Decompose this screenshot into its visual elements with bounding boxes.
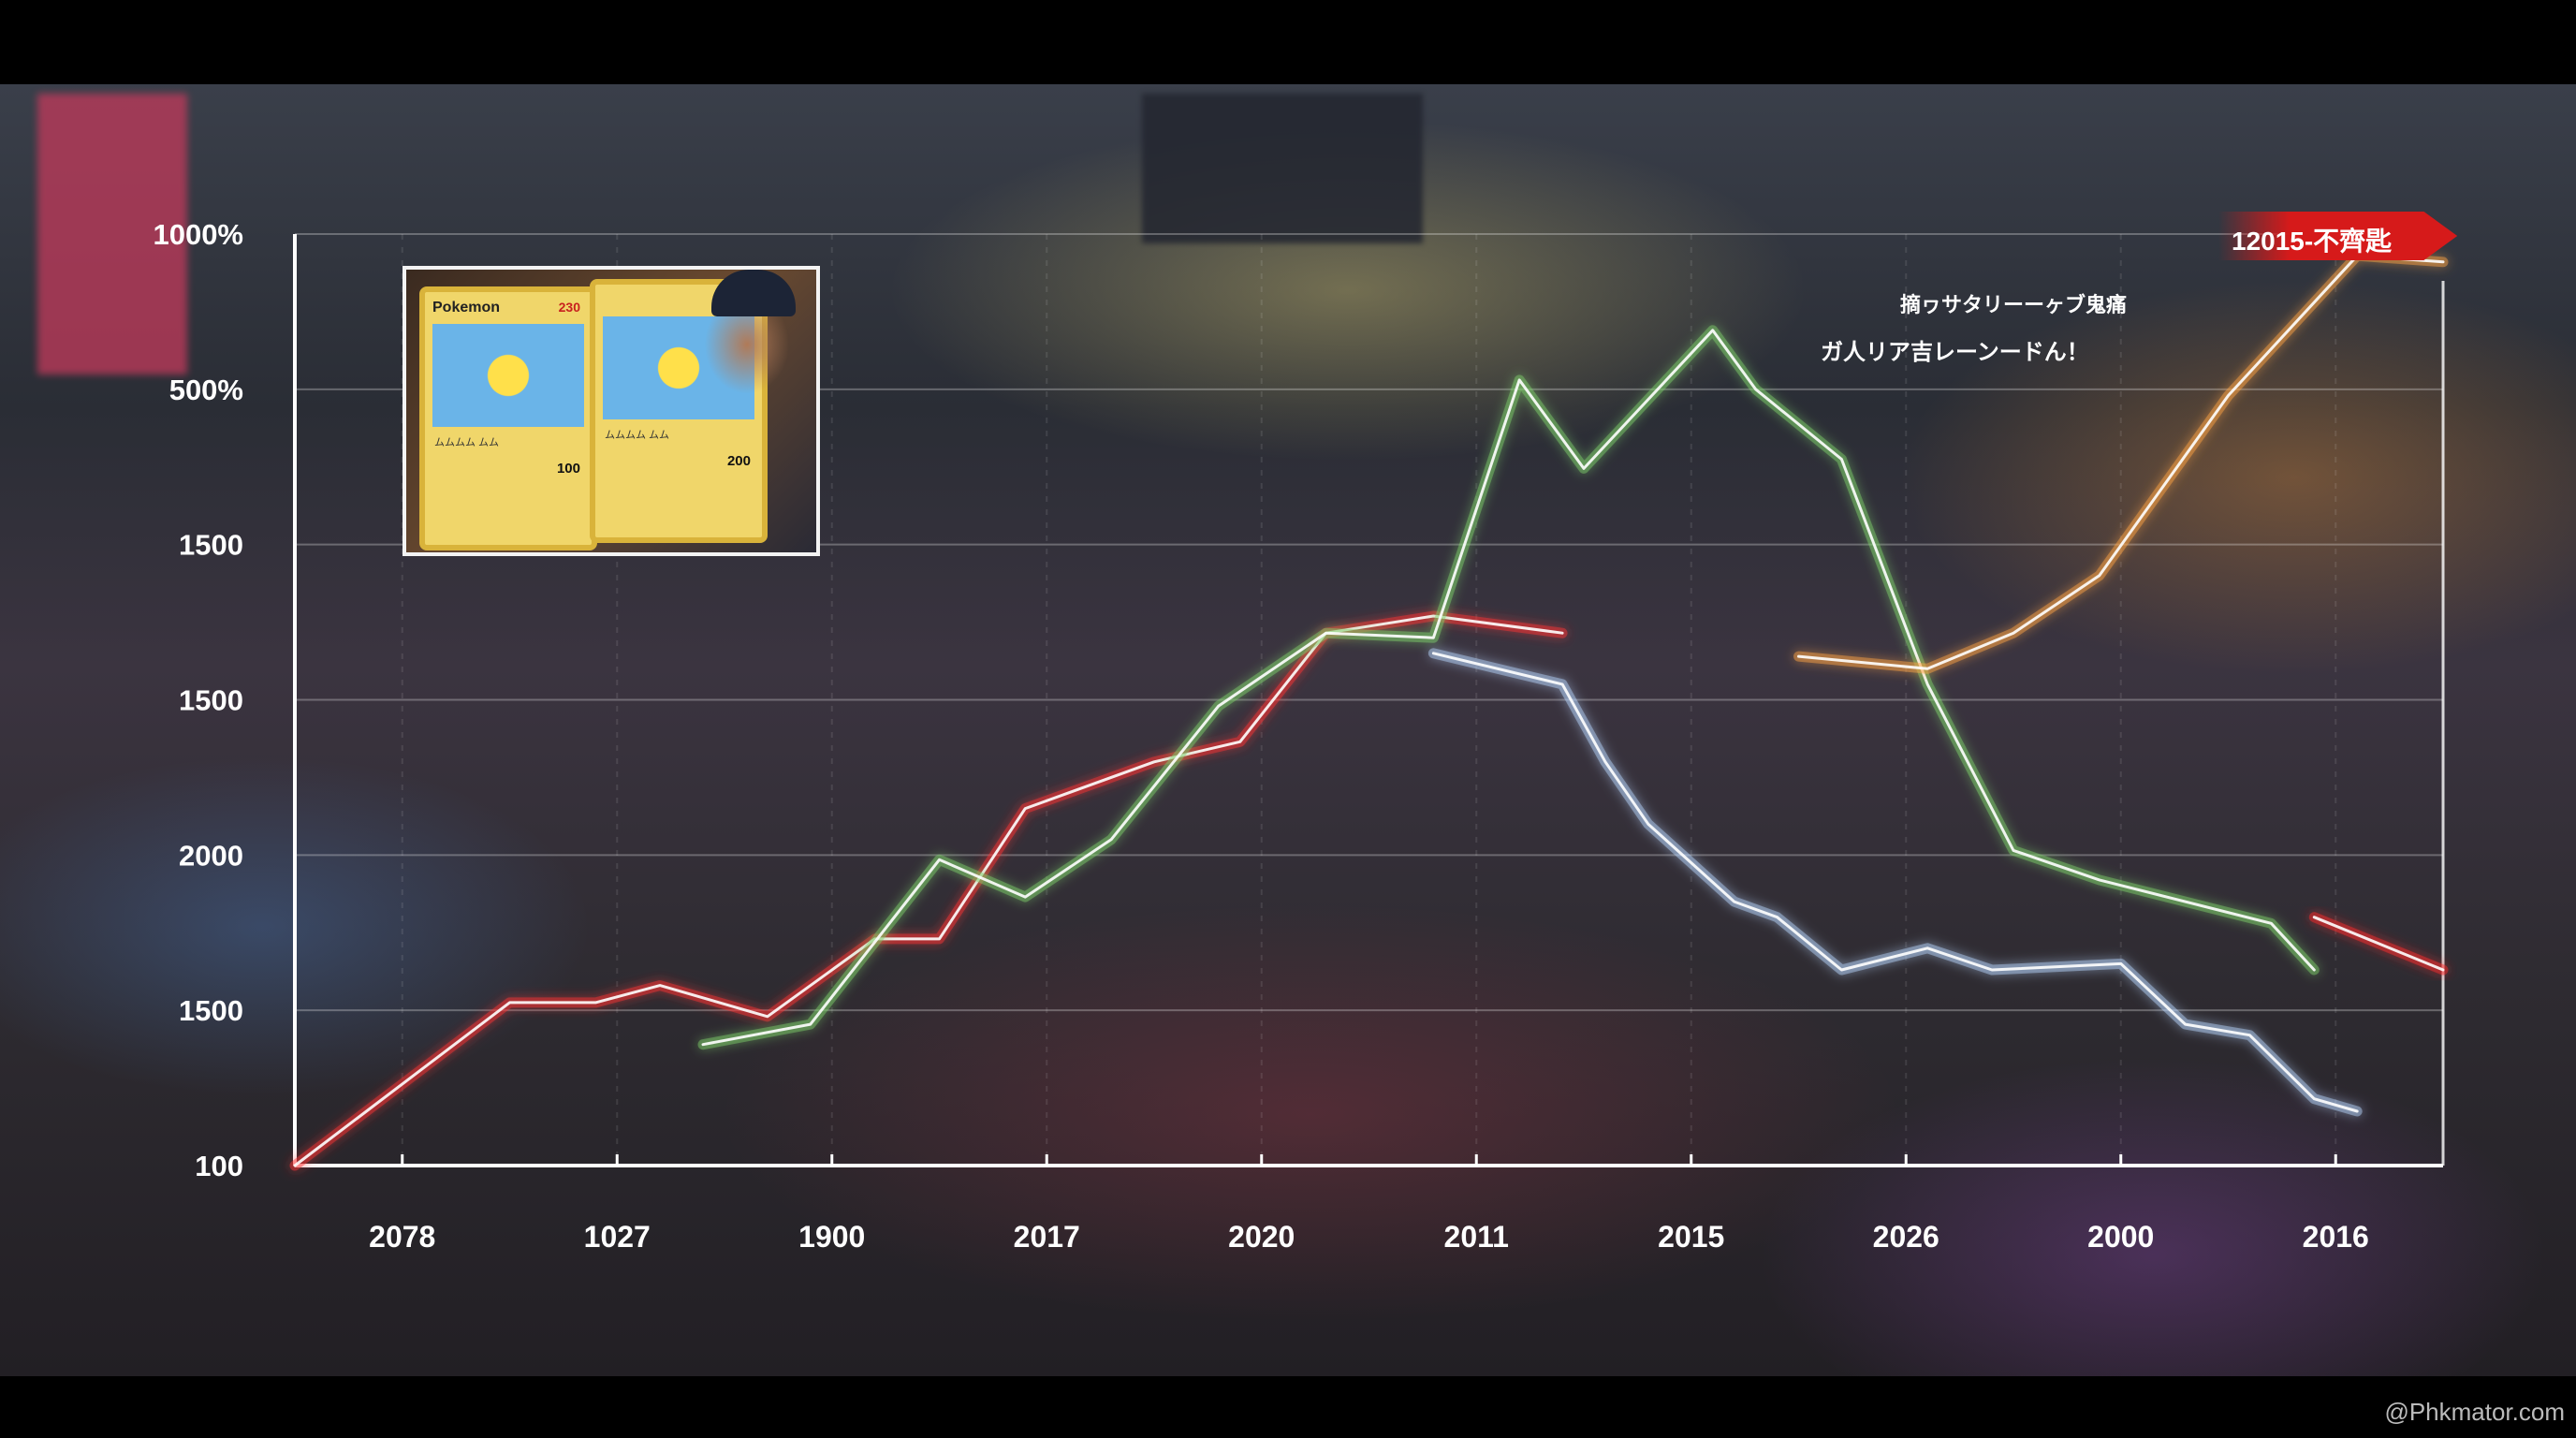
- series-line-5: [2312, 916, 2445, 972]
- x-tick-label: 1900: [798, 1220, 865, 1254]
- chart-stage: 100 1500 2000 1500 1500 500% 1000% 2078 1027 190…: [0, 0, 2576, 1438]
- y-tick-labels: 100 1500 2000 1500 1500 500% 1000%: [153, 218, 243, 1182]
- x-tick-label: 2016: [2303, 1220, 2369, 1254]
- pokemon-card-photo: Pokemon 230 ムムムム ムム 100 ムムムム ムム 200: [402, 266, 820, 556]
- card-damage: 100: [556, 461, 580, 477]
- x-tick-label: 2017: [1014, 1220, 1080, 1254]
- y-tick-label: 1500: [179, 994, 243, 1027]
- y-tick-label: 100: [195, 1150, 243, 1182]
- y-tick-label: 2000: [179, 839, 243, 872]
- series-glow-1: [289, 610, 1568, 1171]
- x-tick-labels: 2078 1027 1900 2017 2020 2011 2015 2026 2000 2016: [369, 1220, 2369, 1254]
- watermark: @Phkmator.com: [2384, 1398, 2565, 1426]
- series-line-1: [293, 614, 1564, 1167]
- red-arrow-badge: 12015-不齊匙: [2218, 212, 2458, 260]
- y-tick-label: 1500: [179, 684, 243, 717]
- annotation-line2: ガ人リア吉レーンードん！: [1821, 340, 2089, 365]
- x-tick-label: 2026: [1873, 1220, 1939, 1254]
- series-glow-3: [1427, 648, 2363, 1117]
- x-tick-label: 2011: [1444, 1220, 1509, 1254]
- series-line-3: [1431, 652, 2359, 1113]
- y-tick-label: 1500: [179, 529, 243, 562]
- x-tick-label: 2000: [2087, 1220, 2154, 1254]
- annotation-line1: 摘ヮサタリーーヶブ鬼痛: [1900, 293, 2128, 316]
- y-tick-label: 1000%: [153, 218, 243, 251]
- card-text: ムムムム ムム: [434, 437, 500, 448]
- card-hp: 230: [558, 300, 580, 315]
- x-tick-label: 1027: [584, 1220, 651, 1254]
- x-tick-label: 2078: [369, 1220, 435, 1254]
- x-tick-label: 2015: [1658, 1220, 1724, 1254]
- x-tick-label: 2020: [1228, 1220, 1295, 1254]
- pikachu-art: [432, 324, 584, 427]
- line-chart: 100 1500 2000 1500 1500 500% 1000% 2078 1027 190…: [153, 218, 2449, 1254]
- card-name: Pokemon: [432, 300, 501, 315]
- y-tick-label: 500%: [169, 374, 243, 406]
- pokemon-card-left: Pokemon 230 ムムムム ムム 100: [419, 286, 597, 550]
